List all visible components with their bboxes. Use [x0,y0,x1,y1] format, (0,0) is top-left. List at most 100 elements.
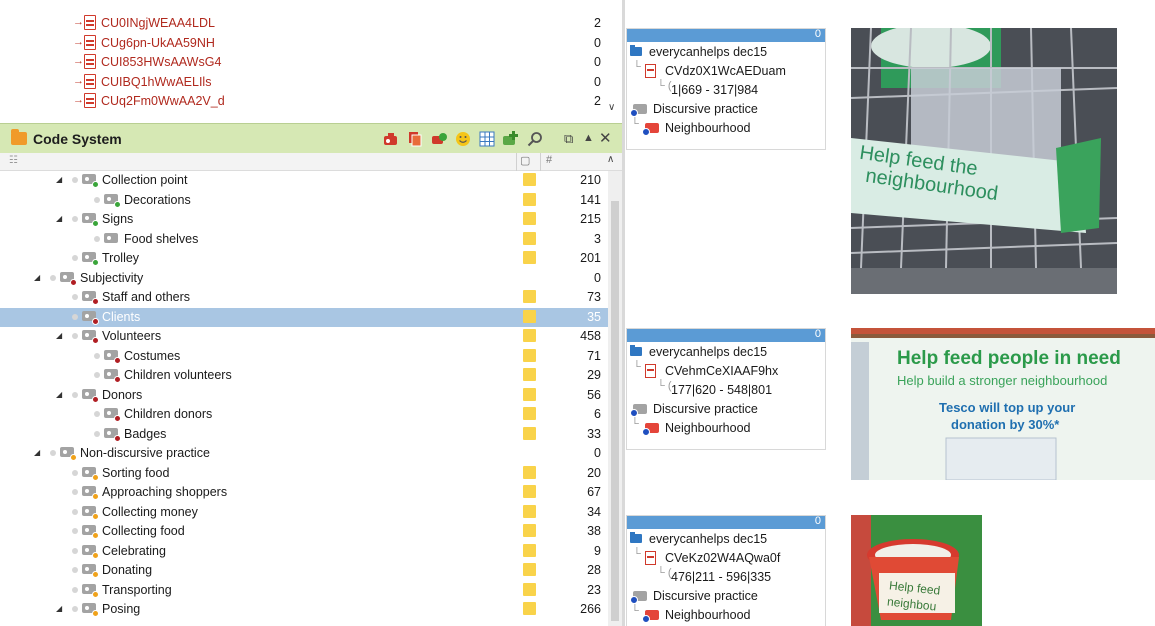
code-color-dot [92,220,99,227]
code-memo-icon[interactable] [523,407,536,420]
trolley-photo[interactable]: Help feed the neighbourhood [851,28,1117,294]
code-table-icon[interactable] [478,130,496,148]
code-row[interactable]: ◢ Subjectivity 0 [0,269,608,289]
code-memo-icon[interactable] [523,231,536,245]
code-row[interactable]: Sorting food 20 [0,464,608,484]
segment-card[interactable]: 0 everycanhelps dec15 └ CVehmCeXIAAF9hx └ (1… [626,328,826,450]
segment-position[interactable]: 476|211 - 596|335 [671,570,771,584]
code-row[interactable]: Collecting money 34 [0,503,608,523]
code-row[interactable]: ◢ Volunteers 458 [0,327,608,347]
code-memo-icon[interactable] [523,543,536,557]
new-code-icon[interactable] [382,130,400,148]
segment-card[interactable]: 0 everycanhelps dec15 └ CVeKz02W4AQwa0f └ (4… [626,515,826,626]
document-list: → CU0INgjWEAA4LDL 2 → CUg6pn-UkAA59NH 0 → CUI85… [0,0,622,118]
code-row[interactable]: ◢ Signs 215 [0,210,608,230]
code-count: 38 [587,524,601,538]
code-row[interactable]: Decorations 141 [0,191,608,211]
collapse-arrow-icon[interactable]: ◢ [56,214,62,223]
code-memo-icon[interactable] [523,426,536,440]
activate-arrow-icon[interactable]: → [73,36,84,48]
code-memo-icon[interactable] [523,329,536,342]
float-window-icon[interactable]: ⧉ [564,131,573,147]
code-memo-icon[interactable] [523,465,536,479]
code-row[interactable]: Collecting food 38 [0,522,608,542]
scroll-down-arrow[interactable]: ∨ [608,102,615,113]
scrollbar-thumb[interactable] [611,201,619,621]
color-codes-icon[interactable] [430,130,448,148]
code-memo-icon[interactable] [523,348,536,362]
code-memo-icon[interactable] [523,504,536,518]
code-memo-icon[interactable] [523,485,536,498]
bucket-photo[interactable]: Help feed neighbou [851,515,982,626]
code-row[interactable]: Donating 28 [0,561,608,581]
search-icon[interactable] [526,130,544,148]
code-memo-icon[interactable] [523,309,536,323]
code-label: Food shelves [124,231,199,246]
activate-arrow-icon[interactable]: → [73,94,84,106]
collapse-arrow-icon[interactable]: ◢ [56,604,62,613]
code-memo-icon[interactable] [523,173,536,186]
activate-arrow-icon[interactable]: → [73,16,84,28]
code-memo-icon[interactable] [523,602,536,615]
collapse-arrow-icon[interactable]: ◢ [34,273,40,282]
count-column-header[interactable]: # [546,154,552,166]
document-name[interactable]: CVehmCeXIAAF9hx [665,364,778,378]
emoticode-icon[interactable] [454,130,472,148]
document-row[interactable]: → CUg6pn-UkAA59NH 0 [0,34,608,53]
code-row[interactable]: Children volunteers 29 [0,366,608,386]
code-row[interactable]: Trolley 201 [0,249,608,269]
document-row[interactable]: → CU0INgjWEAA4LDL 2 [0,14,608,33]
document-row[interactable]: → CUIBQ1hWwAELIls 0 [0,73,608,92]
code-set-icon[interactable] [406,130,424,148]
code-row[interactable]: ◢ Non-discursive practice 0 [0,444,608,464]
document-name[interactable]: CVeKz02W4AQwa0f [665,551,780,565]
code-memo-icon[interactable] [523,192,536,206]
tree-scrollbar[interactable] [608,171,622,626]
close-icon[interactable]: ✕ [599,129,612,147]
collapse-arrow-icon[interactable]: ◢ [56,331,62,340]
code-memo-icon[interactable] [523,387,536,401]
code-memo-icon[interactable] [523,524,536,537]
code-memo-icon[interactable] [523,212,536,225]
tesco-sign-photo[interactable]: Help feed people in need Help build a st… [851,328,1155,480]
document-group-name: everycanhelps dec15 [649,532,768,546]
memo-column-icon[interactable]: ▢ [520,154,530,167]
segment-position[interactable]: 1|669 - 317|984 [671,83,758,97]
code-row[interactable]: ◢ Collection point 210 [0,171,608,191]
activate-arrow-icon[interactable]: → [73,55,84,67]
collapse-arrow-icon[interactable]: ◢ [56,390,62,399]
collapse-arrow-icon[interactable]: ◢ [56,175,62,184]
code-memo-icon[interactable] [523,582,536,596]
scroll-up-arrow[interactable]: ∧ [607,154,614,165]
code-row[interactable]: Costumes 71 [0,347,608,367]
document-name[interactable]: CVdz0X1WcAEDuam [665,64,786,78]
code-row[interactable]: Food shelves 3 [0,230,608,250]
code-row[interactable]: Celebrating 9 [0,542,608,562]
segment-position[interactable]: 177|620 - 548|801 [671,383,772,397]
minimize-icon[interactable]: ▲ [583,132,594,144]
segment-card[interactable]: 0 everycanhelps dec15 └ CVdz0X1WcAEDuam └ (1… [626,28,826,150]
add-code-icon[interactable] [502,130,520,148]
column-grip-icon[interactable]: ☷ [9,155,18,166]
code-row[interactable]: ◢ Posing 266 [0,600,608,620]
code-row[interactable]: Clients 35 [0,307,608,327]
bullet-icon [94,411,100,417]
code-memo-icon[interactable] [523,368,536,381]
pane-divider[interactable] [622,0,625,626]
code-row[interactable]: Staff and others 73 [0,288,608,308]
document-row[interactable]: → CUI853HWsAAWsG4 0 [0,53,608,72]
code-label: Children donors [124,407,213,421]
code-row[interactable]: Children donors 6 [0,405,608,425]
code-memo-icon[interactable] [523,563,536,576]
collapse-arrow-icon[interactable]: ◢ [34,448,40,457]
code-row[interactable]: Badges 33 [0,425,608,445]
code-row[interactable]: Transporting 23 [0,581,608,601]
code-memo-icon[interactable] [523,251,536,264]
code-row[interactable]: ◢ Donors 56 [0,386,608,406]
bullet-icon [72,489,78,495]
document-row[interactable]: → CUq2Fm0WwAA2V_d 2 [0,92,608,111]
document-icon [84,93,96,108]
code-memo-icon[interactable] [523,290,536,303]
code-row[interactable]: Approaching shoppers 67 [0,483,608,503]
activate-arrow-icon[interactable]: → [73,75,84,87]
